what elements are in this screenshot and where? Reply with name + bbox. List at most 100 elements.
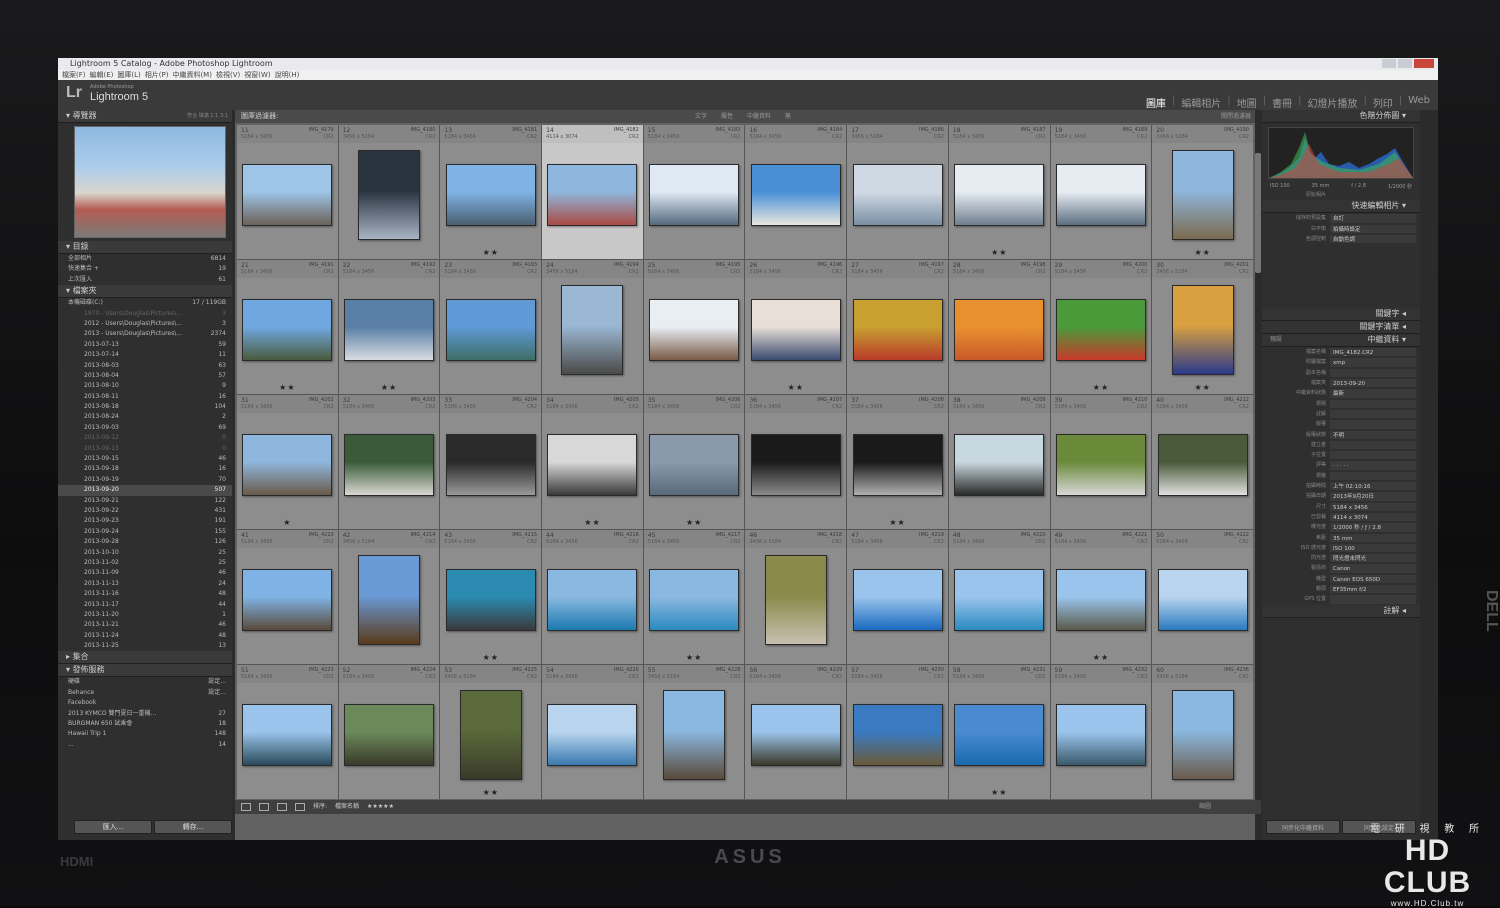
photo-thumbnail[interactable] [649, 163, 740, 226]
photo-cell[interactable]: 24 3456 x 5184 IMG_4194 CR2 [542, 260, 643, 394]
photo-thumbnail[interactable] [649, 568, 740, 631]
grid-scrollbar[interactable] [1255, 153, 1261, 273]
photo-cell[interactable]: 40 5184 x 3456 IMG_4212 CR2 [1152, 395, 1253, 529]
keywording-header[interactable]: 關鍵字 ◂ [1262, 308, 1420, 322]
publish-item[interactable]: 硬碟 設定... [58, 677, 232, 687]
publish-item[interactable]: BURGMAN 650 試乘會 18 [58, 719, 232, 729]
star-rating[interactable]: ★★ [949, 788, 1050, 797]
star-rating[interactable]: ★ [237, 518, 338, 527]
photo-cell[interactable]: 23 5184 x 3456 IMG_4193 CR2 [440, 260, 542, 394]
menu-item[interactable]: 視窗(W) [244, 70, 270, 80]
photo-cell[interactable]: 39 5184 x 3456 IMG_4210 CR2 [1050, 395, 1152, 529]
photo-thumbnail[interactable] [1055, 568, 1146, 631]
photo-cell[interactable]: 33 5184 x 3456 IMG_4204 CR2 [440, 395, 542, 529]
maximize-button[interactable] [1398, 59, 1412, 68]
volume-row[interactable]: 本機磁碟(C:) 17 / 119GB [58, 298, 232, 308]
photo-thumbnail[interactable] [1055, 163, 1146, 226]
filter-option[interactable]: 屬性 [721, 110, 733, 123]
publish-item[interactable]: Behance 設定... [58, 688, 232, 698]
folder-item[interactable]: 2013-11-09 46 [58, 568, 232, 578]
photo-thumbnail[interactable] [1055, 703, 1146, 766]
photo-thumbnail[interactable] [764, 554, 827, 645]
photo-cell[interactable]: 11 5184 x 3456 IMG_4179 CR2 [237, 125, 338, 259]
photo-thumbnail[interactable] [445, 568, 536, 631]
photo-cell[interactable]: 21 5184 x 3456 IMG_4191 CR2 ★★ [237, 260, 338, 394]
photo-cell[interactable]: 55 3456 x 5184 IMG_4228 CR2 [643, 665, 745, 799]
sync-metadata-button[interactable]: 同步化中繼資料 [1266, 820, 1340, 834]
metadata-row-value[interactable]: 閃光燈未閃光 [1330, 554, 1416, 563]
folder-item[interactable]: 2012 - Users\Douglas\Pictures\... 3 [58, 319, 232, 329]
module-tab[interactable]: 圖庫 [1146, 95, 1166, 110]
module-tab[interactable]: Web [1408, 95, 1430, 110]
folder-item[interactable]: 2013-09-19 70 [58, 475, 232, 485]
photo-cell[interactable]: 41 5184 x 3456 IMG_4213 CR2 [237, 530, 338, 664]
star-rating[interactable]: ★★ [1152, 248, 1253, 257]
metadata-row-value[interactable]: · · · · · [1330, 461, 1416, 470]
star-rating[interactable]: ★★ [237, 383, 338, 392]
folder-item[interactable]: 2013-09-18 16 [58, 464, 232, 474]
photo-thumbnail[interactable] [663, 689, 726, 780]
photo-thumbnail[interactable] [954, 163, 1045, 226]
folder-item[interactable]: 2013 - Users\Douglas\Pictures\... 2374 [58, 329, 232, 339]
folder-item[interactable]: 2013-08-11 16 [58, 392, 232, 402]
publish-item[interactable]: ... 14 [58, 740, 232, 750]
catalog-item[interactable]: 全部相片 6814 [58, 254, 232, 264]
star-rating[interactable]: ★★ [949, 248, 1050, 257]
folder-item[interactable]: 2013-09-22 431 [58, 506, 232, 516]
photo-cell[interactable]: 49 5184 x 3456 IMG_4221 CR2 ★★ [1050, 530, 1152, 664]
navigator-zoom-options[interactable]: 符合 填滿 1:1 3:1 [187, 110, 228, 122]
metadata-row-value[interactable]: 上午 02:10:16 [1330, 482, 1416, 491]
star-rating[interactable]: ★★ [440, 248, 541, 257]
photo-thumbnail[interactable] [852, 568, 943, 631]
folder-item[interactable]: 2013-07-14 11 [58, 350, 232, 360]
metadata-row-value[interactable]: 4114 x 3074 [1330, 512, 1416, 522]
folder-item[interactable]: 2013-10-10 25 [58, 548, 232, 558]
photo-thumbnail[interactable] [1157, 433, 1248, 496]
photo-cell[interactable]: 46 3456 x 5184 IMG_4218 CR2 [745, 530, 847, 664]
metadata-row-value[interactable] [1330, 451, 1416, 460]
folder-item[interactable]: 1970 - Users\Douglas\Pictures\... 3 [58, 309, 232, 319]
menu-item[interactable]: 中繼資料(M) [172, 70, 212, 80]
loupe-view-icon[interactable] [259, 803, 269, 811]
photo-thumbnail[interactable] [852, 703, 943, 766]
menu-item[interactable]: 相片(P) [145, 70, 169, 80]
star-rating[interactable]: ★★ [440, 788, 541, 797]
catalog-item[interactable]: 快速集合 + 19 [58, 264, 232, 274]
photo-thumbnail[interactable] [1055, 433, 1146, 496]
star-rating[interactable]: ★★ [1152, 383, 1253, 392]
folder-item[interactable]: 2013-11-21 46 [58, 620, 232, 630]
folder-item[interactable]: 2013-08-10 9 [58, 381, 232, 391]
photo-cell[interactable]: 13 5184 x 3456 IMG_4181 CR2 ★★ [440, 125, 542, 259]
metadata-header[interactable]: 預設 中繼資料 ▾ [1262, 334, 1420, 348]
folder-item[interactable]: 2013-08-04 57 [58, 371, 232, 381]
photo-cell[interactable]: 58 5184 x 3456 IMG_4231 CR2 ★★ [948, 665, 1050, 799]
module-tab[interactable]: 列印 [1373, 95, 1393, 110]
filter-option[interactable]: 中繼資料 [747, 110, 771, 123]
photo-thumbnail[interactable] [445, 163, 536, 226]
metadata-row-value[interactable]: ISO 100 [1330, 543, 1416, 553]
star-rating[interactable]: ★★ [644, 518, 745, 527]
photo-thumbnail[interactable] [445, 433, 536, 496]
photo-thumbnail[interactable] [547, 703, 638, 766]
photo-thumbnail[interactable] [344, 298, 435, 361]
photo-cell[interactable]: 48 5184 x 3456 IMG_4220 CR2 [948, 530, 1050, 664]
module-tab[interactable]: 書冊 [1272, 95, 1292, 110]
quick-develop-header[interactable]: 快速編輯相片 ▾ [1262, 200, 1420, 214]
navigator-header[interactable]: ▾ 導覽器 符合 填滿 1:1 3:1 [58, 110, 232, 123]
star-rating[interactable]: ★★ [644, 653, 745, 662]
photo-thumbnail[interactable] [242, 163, 333, 226]
folder-item[interactable]: 2013-11-25 13 [58, 641, 232, 651]
photo-thumbnail[interactable] [358, 149, 421, 240]
metadata-row-value[interactable]: 最新 [1330, 389, 1416, 398]
navigator-preview[interactable] [74, 126, 226, 238]
folder-item[interactable]: 2013-11-20 1 [58, 610, 232, 620]
folder-item[interactable]: 2013-11-17 44 [58, 600, 232, 610]
photo-cell[interactable]: 25 5184 x 3456 IMG_4195 CR2 [643, 260, 745, 394]
quick-develop-row-value[interactable]: 拍攝時設定 [1330, 224, 1416, 233]
filter-option[interactable]: 文字 [695, 110, 707, 123]
folder-item[interactable]: 2013-09-20 507 [58, 485, 232, 496]
quick-develop-row-value[interactable]: 自動色調 [1330, 234, 1416, 244]
photo-cell[interactable]: 59 5184 x 3456 IMG_4232 CR2 [1050, 665, 1152, 799]
photo-cell[interactable]: 28 5184 x 3456 IMG_4198 CR2 [948, 260, 1050, 394]
photo-thumbnail[interactable] [445, 298, 536, 361]
